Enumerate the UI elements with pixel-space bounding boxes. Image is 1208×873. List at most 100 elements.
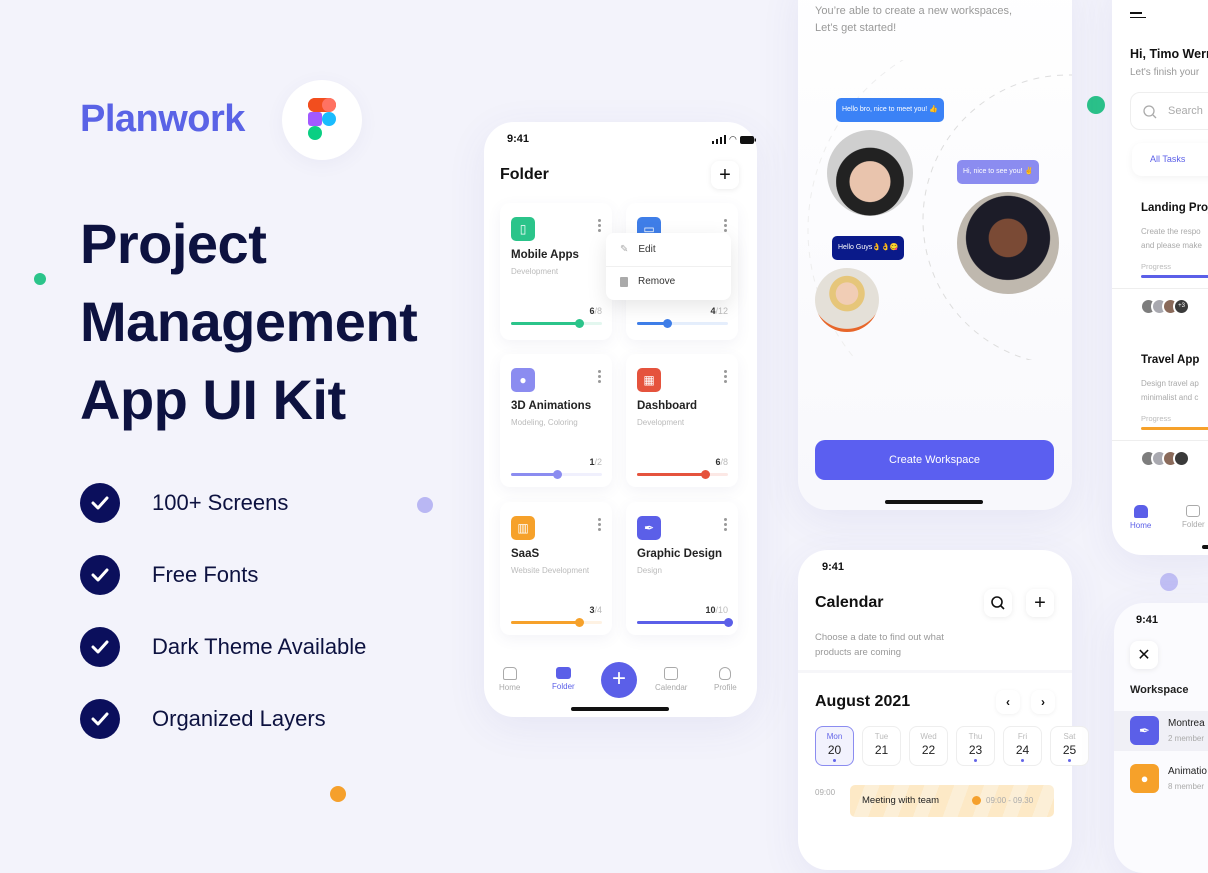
progress-track bbox=[637, 319, 728, 328]
progress-knob[interactable] bbox=[575, 319, 585, 328]
task-desc: Design travel ap bbox=[1141, 379, 1199, 388]
add-folder-button[interactable]: + bbox=[711, 161, 739, 189]
day-cell[interactable]: Thu 23 bbox=[956, 726, 995, 766]
nav-label: Calendar bbox=[655, 683, 688, 692]
search-input[interactable]: Search bbox=[1130, 92, 1208, 130]
progress-knob[interactable] bbox=[701, 470, 711, 479]
nav-calendar[interactable]: Calendar bbox=[655, 667, 687, 692]
nav-label: Folder bbox=[1182, 520, 1205, 529]
day-date: 22 bbox=[921, 743, 936, 757]
day-name: Fri bbox=[1017, 732, 1028, 741]
feature-item: 100+ Screens bbox=[80, 483, 288, 523]
more-options-icon[interactable] bbox=[724, 219, 728, 234]
battery-icon bbox=[739, 135, 756, 144]
day-cell[interactable]: Sat 25 bbox=[1050, 726, 1089, 766]
workspace-title: Workspace bbox=[1130, 684, 1189, 696]
task-desc: minimalist and c bbox=[1141, 393, 1199, 402]
total-count: 4 bbox=[596, 605, 602, 615]
headline-line: Management bbox=[80, 290, 418, 353]
desc-line: Choose a date to find out what bbox=[815, 632, 944, 643]
folder-card[interactable]: ▥ SaaS Website Development 3/4 bbox=[500, 502, 612, 635]
greeting: Hi, Timo Wern bbox=[1130, 47, 1208, 61]
event-dot bbox=[1021, 759, 1024, 762]
home-icon bbox=[1133, 505, 1148, 518]
progress-knob[interactable] bbox=[663, 319, 673, 328]
workspace-name[interactable]: Montrea bbox=[1168, 718, 1205, 729]
folder-card[interactable]: ● 3D Animations Modeling, Coloring 1/2 bbox=[500, 354, 612, 487]
search-icon bbox=[1143, 105, 1157, 119]
card-title: 3D Animations bbox=[511, 400, 592, 412]
event-time: 09:00 bbox=[815, 788, 836, 797]
nav-home[interactable]: Home bbox=[499, 667, 520, 692]
folder-icon bbox=[1186, 505, 1201, 517]
member-avatar bbox=[1173, 450, 1190, 467]
more-options-icon[interactable] bbox=[598, 219, 602, 234]
task-progress-bar bbox=[1141, 427, 1208, 430]
intro-line: Let’s get started! bbox=[815, 22, 897, 34]
feature-label: 100+ Screens bbox=[152, 490, 289, 515]
close-icon: ✕ bbox=[1137, 647, 1151, 664]
menu-item-edit[interactable]: ✎ Edit bbox=[620, 244, 656, 255]
progress-track bbox=[637, 618, 733, 627]
day-name: Tue bbox=[874, 732, 889, 741]
nav-home[interactable]: Home bbox=[1130, 505, 1151, 530]
nav-label: Home bbox=[499, 683, 521, 692]
search-button[interactable] bbox=[984, 589, 1012, 617]
tab-all-tasks[interactable]: All Tasks bbox=[1132, 143, 1208, 176]
feature-label: Organized Layers bbox=[152, 706, 326, 731]
card-count: 4/12 bbox=[710, 306, 728, 316]
prev-month-button[interactable]: ‹ bbox=[996, 690, 1020, 714]
day-cell[interactable]: Fri 24 bbox=[1003, 726, 1042, 766]
folder-card[interactable]: ▯ Mobile Apps Development 6/8 bbox=[500, 203, 612, 340]
chevron-right-icon: › bbox=[1041, 695, 1045, 709]
event-dot bbox=[833, 759, 836, 762]
status-icons: ◠ bbox=[712, 134, 756, 145]
folder-card[interactable]: ✒ Graphic Design Design 10/10 bbox=[626, 502, 738, 635]
menu-icon[interactable] bbox=[1130, 12, 1146, 18]
progress-knob[interactable] bbox=[552, 470, 562, 479]
day-cell[interactable]: Mon 20 bbox=[815, 726, 854, 766]
add-button[interactable]: + bbox=[601, 662, 637, 698]
folder-card[interactable]: ▦ Dashboard Development 6/8 bbox=[626, 354, 738, 487]
task-desc: and please make bbox=[1141, 241, 1202, 250]
brand-name: Planwork bbox=[80, 98, 245, 140]
card-subtitle: Website Development bbox=[511, 566, 590, 575]
event-dot bbox=[974, 759, 977, 762]
progress-fill bbox=[511, 322, 580, 325]
progress-knob[interactable] bbox=[724, 618, 733, 627]
chevron-left-icon: ‹ bbox=[1006, 695, 1010, 709]
headline-line: Project bbox=[80, 212, 267, 275]
chat-bubble: Hi, nice to see you! ✌ bbox=[957, 160, 1040, 184]
task-title[interactable]: Landing Proj bbox=[1141, 202, 1208, 214]
close-button[interactable]: ✕ bbox=[1130, 641, 1158, 669]
more-options-icon[interactable] bbox=[724, 370, 728, 385]
avatar bbox=[827, 130, 913, 216]
workspace-name[interactable]: Animatio bbox=[1168, 766, 1207, 777]
page-title: Folder bbox=[500, 166, 549, 183]
divider bbox=[798, 670, 1072, 673]
progress-knob[interactable] bbox=[575, 618, 585, 627]
nav-folder[interactable]: Folder bbox=[552, 667, 575, 691]
trash-icon bbox=[620, 276, 628, 287]
add-event-button[interactable]: + bbox=[1026, 589, 1054, 617]
next-month-button[interactable]: › bbox=[1031, 690, 1055, 714]
menu-label: Remove bbox=[638, 276, 676, 287]
more-options-icon[interactable] bbox=[724, 518, 728, 533]
total-count: 12 bbox=[717, 306, 728, 316]
task-title[interactable]: Travel App bbox=[1141, 354, 1199, 366]
signal-icon bbox=[712, 135, 726, 144]
calendar-icon bbox=[664, 667, 679, 680]
nav-folder[interactable]: Folder bbox=[1182, 505, 1205, 529]
create-workspace-button[interactable]: Create Workspace bbox=[815, 440, 1054, 480]
chat-bubble: Hello bro, nice to meet you! 👍 bbox=[836, 98, 944, 122]
event-card[interactable]: Meeting with team 09:00 - 09.30 bbox=[850, 785, 1054, 817]
menu-item-remove[interactable]: Remove bbox=[620, 276, 675, 287]
more-options-icon[interactable] bbox=[598, 370, 602, 385]
nav-profile[interactable]: Profile bbox=[714, 667, 737, 692]
day-cell[interactable]: Wed 22 bbox=[909, 726, 948, 766]
more-options-icon[interactable] bbox=[598, 518, 602, 533]
decor-dot bbox=[330, 786, 346, 802]
progress-track bbox=[637, 470, 728, 479]
day-cell[interactable]: Tue 21 bbox=[862, 726, 901, 766]
card-count: 10/10 bbox=[705, 605, 728, 615]
